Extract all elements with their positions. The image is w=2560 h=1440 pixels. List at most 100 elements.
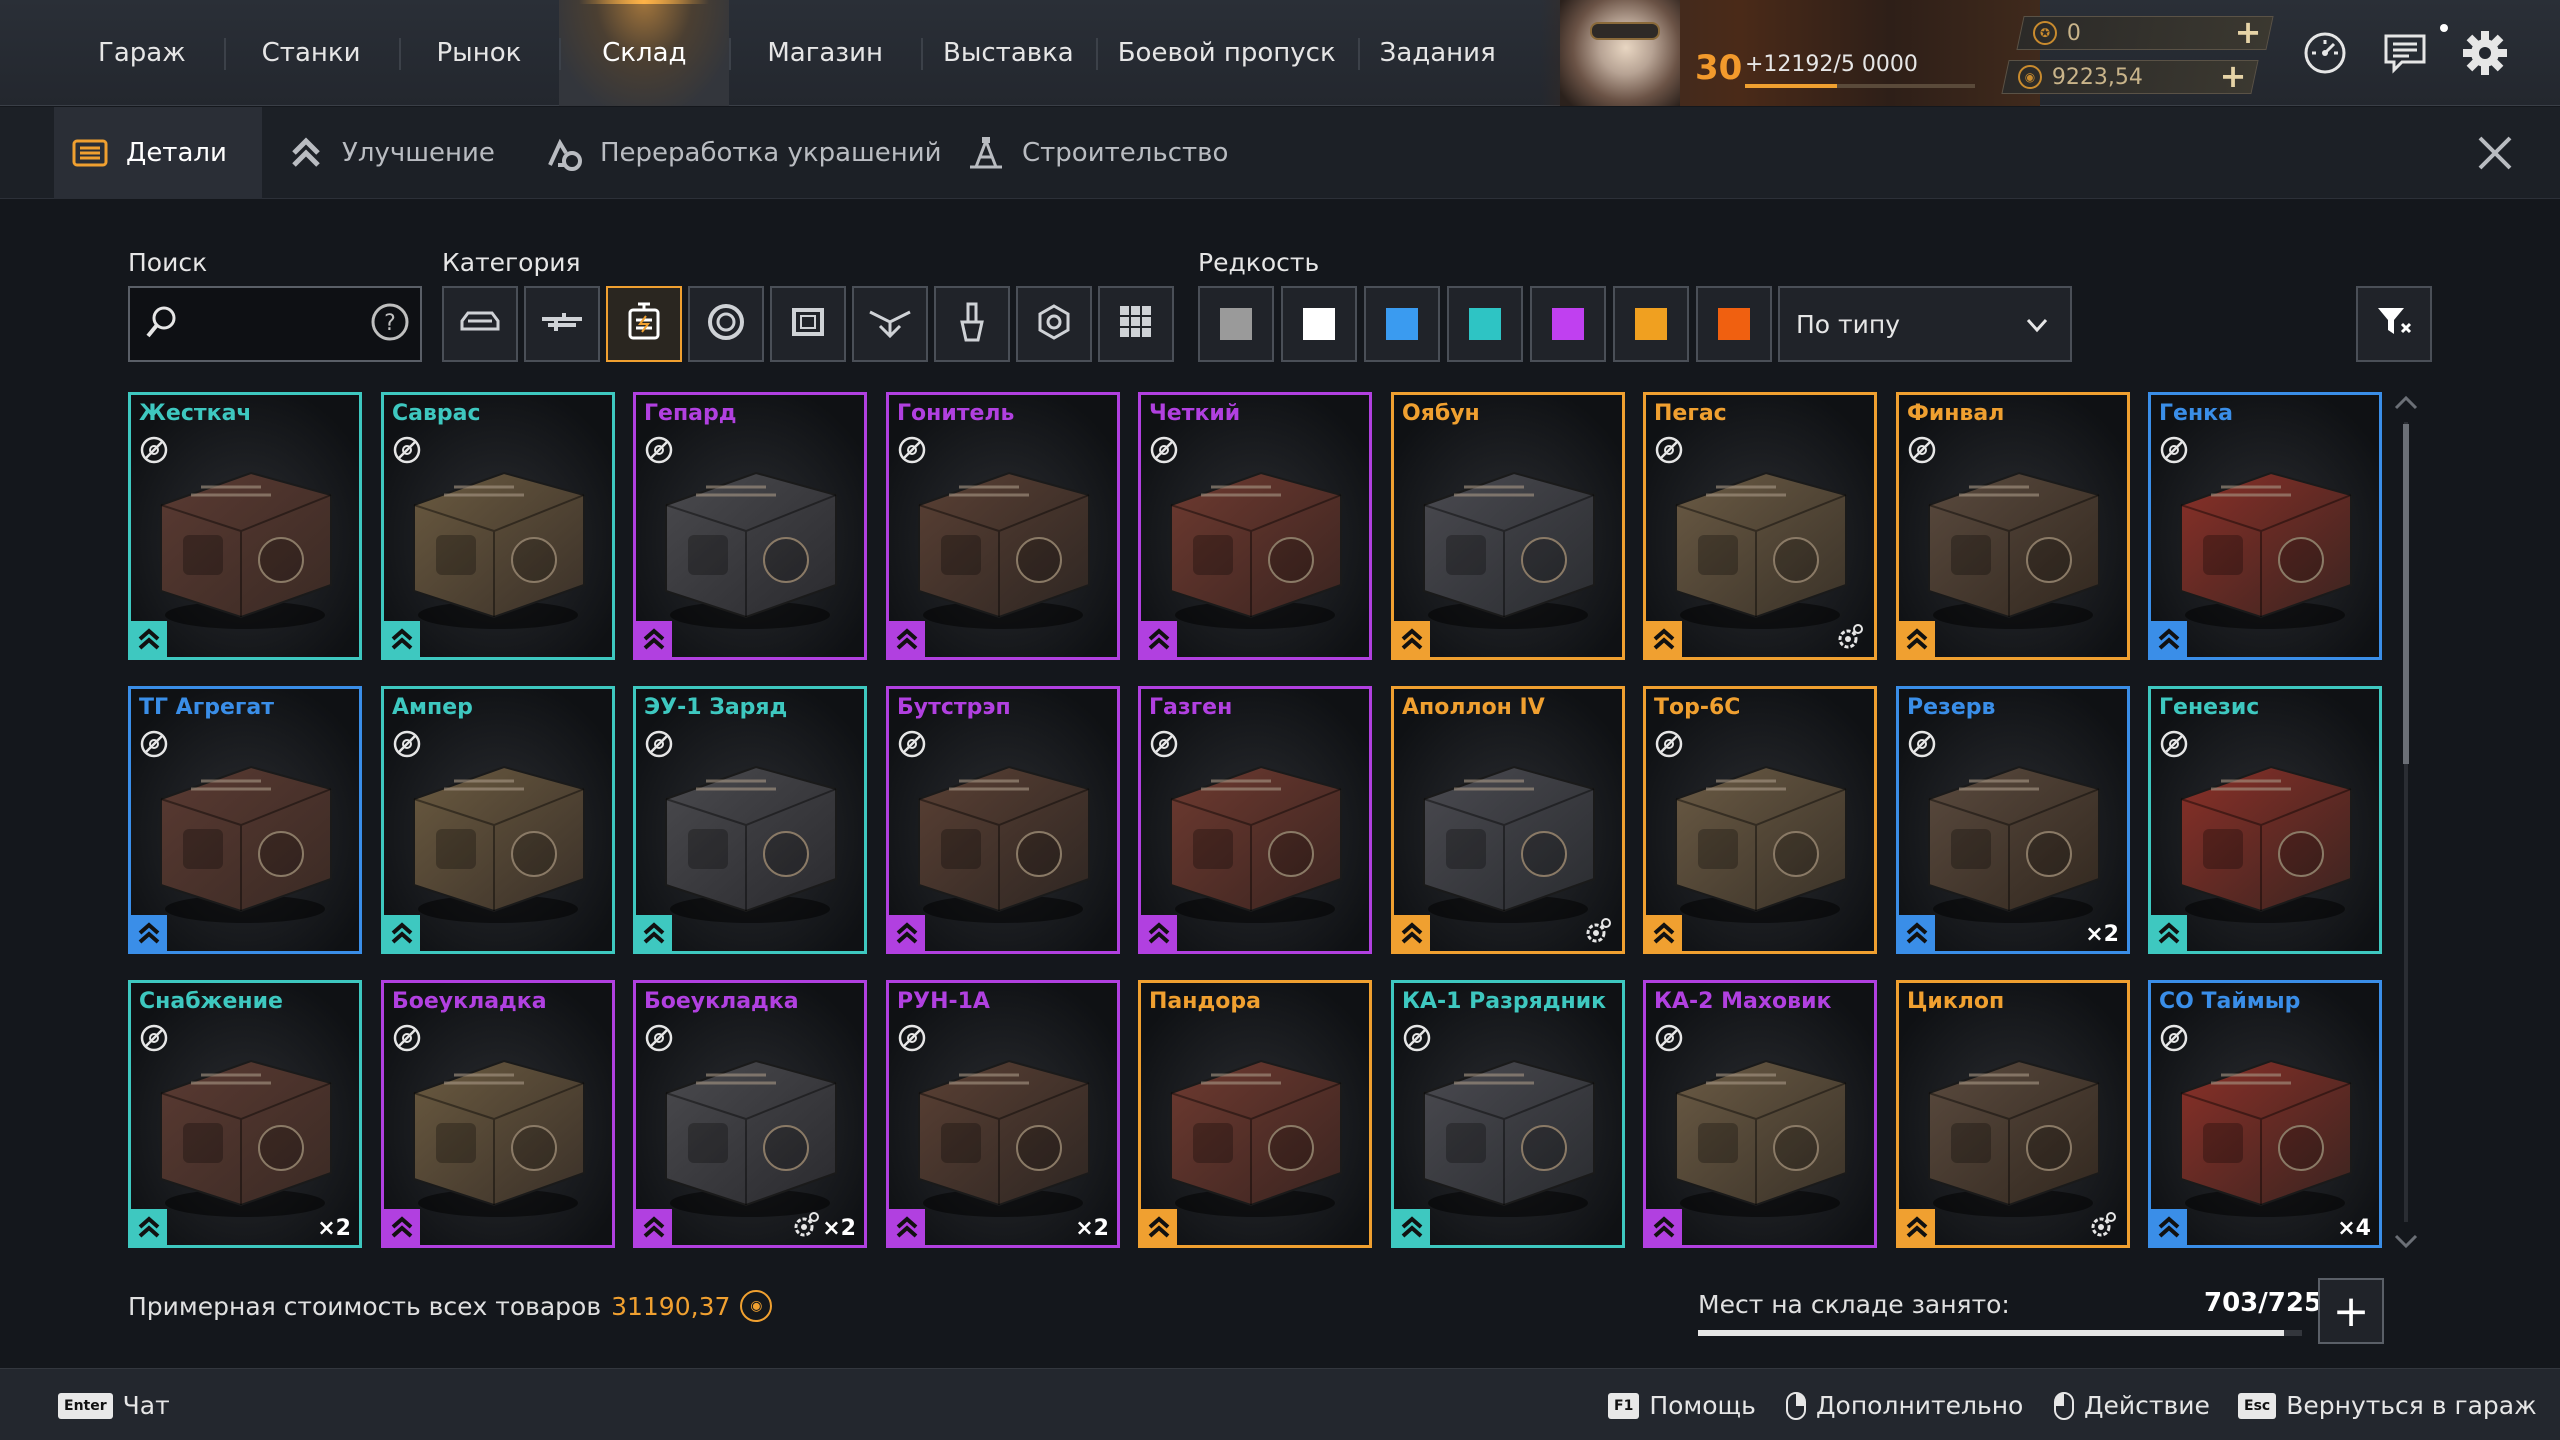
rarity-filter-button[interactable] — [1447, 286, 1523, 362]
storage-used-label: Мест на складе занято: — [1698, 1290, 2010, 1319]
rarity-filter-button[interactable] — [1696, 286, 1772, 362]
item-card[interactable]: ТГ Агрегат — [128, 686, 362, 954]
settings-gear-icon[interactable] — [2460, 28, 2510, 78]
scroll-up-icon[interactable] — [2394, 392, 2418, 412]
item-card[interactable]: Резерв ×2 — [1896, 686, 2130, 954]
item-quantity: ×4 — [2337, 1216, 2371, 1241]
rarity-filter-button[interactable] — [1198, 286, 1274, 362]
nav-garage[interactable]: Гараж — [60, 0, 224, 106]
f1-key-icon: F1 — [1608, 1392, 1640, 1419]
close-icon[interactable] — [2470, 128, 2520, 178]
not-sellable-icon — [1402, 1023, 1432, 1053]
hotkey-chat[interactable]: Enter Чат — [58, 1391, 170, 1420]
nav-shop[interactable]: Магазин — [729, 0, 921, 106]
upgrade-chevrons-icon — [384, 1209, 420, 1245]
item-quantity: ×2 — [1075, 1216, 1109, 1241]
reset-filters-button[interactable] — [2356, 286, 2432, 362]
item-card[interactable]: Четкий — [1138, 392, 1372, 660]
search-field[interactable]: ? — [128, 286, 422, 362]
upgrade-chevrons-icon — [1141, 621, 1177, 657]
nav-workbenches-label: Станки — [261, 38, 361, 68]
hotkey-help[interactable]: F1 Помощь — [1608, 1391, 1756, 1420]
speedometer-icon[interactable] — [2300, 28, 2350, 78]
tab-recycle-decor[interactable]: Переработка украшений — [544, 107, 942, 199]
category-cabin-button[interactable] — [442, 286, 518, 362]
upgrade-chevrons-icon — [2151, 1209, 2187, 1245]
expand-storage-button[interactable]: + — [2318, 1278, 2384, 1344]
rarity-filter-button[interactable] — [1364, 286, 1440, 362]
item-card[interactable]: Газген — [1138, 686, 1372, 954]
category-engine-button[interactable] — [606, 286, 682, 362]
nav-battle-pass[interactable]: Боевой пропуск — [1095, 0, 1358, 106]
hotkey-back[interactable]: Esc Вернуться в гараж — [2238, 1391, 2537, 1420]
not-sellable-icon — [897, 729, 927, 759]
upgrade-chevrons-icon — [131, 621, 167, 657]
category-decor-button[interactable] — [852, 286, 928, 362]
item-card[interactable]: Жесткач — [128, 392, 362, 660]
item-card[interactable]: Саврас — [381, 392, 615, 660]
scroll-down-icon[interactable] — [2394, 1232, 2418, 1252]
item-card[interactable]: КА-1 Разрядник — [1391, 980, 1625, 1248]
item-card[interactable]: СО Таймыр ×4 — [2148, 980, 2382, 1248]
nav-market[interactable]: Рынок — [398, 0, 560, 106]
item-card[interactable]: Боеукладка ×2 — [633, 980, 867, 1248]
item-card[interactable]: Пегас — [1643, 392, 1877, 660]
item-card[interactable]: Гепард — [633, 392, 867, 660]
search-input[interactable] — [188, 310, 358, 338]
nav-exhibition[interactable]: Выставка — [921, 0, 1096, 106]
rarity-filter-button[interactable] — [1281, 286, 1357, 362]
esc-key-icon: Esc — [2238, 1392, 2277, 1419]
item-card[interactable]: Финвал — [1896, 392, 2130, 660]
sort-dropdown[interactable]: По типу — [1778, 286, 2072, 362]
not-sellable-icon — [1654, 1023, 1684, 1053]
category-module-button[interactable] — [1016, 286, 1092, 362]
item-card[interactable]: Генка — [2148, 392, 2382, 660]
item-card[interactable]: Генезис — [2148, 686, 2382, 954]
grid-scrollbar[interactable] — [2394, 392, 2418, 1252]
scrollbar-thumb[interactable] — [2403, 424, 2409, 764]
storage-subtabs: Детали Улучшение Переработка украшений С… — [0, 107, 2560, 199]
help-icon[interactable]: ? — [370, 302, 410, 346]
item-card[interactable]: Гонитель — [886, 392, 1120, 660]
item-card[interactable]: ЭУ-1 Заряд — [633, 686, 867, 954]
item-card[interactable]: Оябун — [1391, 392, 1625, 660]
item-name: Газген — [1149, 695, 1233, 720]
player-profile[interactable]: 30 +12192/5 0000 — [1540, 0, 2040, 106]
item-card[interactable]: Бутстрэп — [886, 686, 1120, 954]
chat-icon[interactable] — [2380, 28, 2430, 78]
tab-construction[interactable]: Строительство — [966, 107, 1228, 199]
tab-details[interactable]: Детали — [54, 107, 262, 199]
hotkey-chat-label: Чат — [122, 1391, 170, 1420]
item-name: Пандора — [1149, 989, 1261, 1014]
not-sellable-icon — [1907, 435, 1937, 465]
rarity-filter-button[interactable] — [1613, 286, 1689, 362]
category-weapon-button[interactable] — [524, 286, 600, 362]
hotkey-more[interactable]: Дополнительно — [1786, 1391, 2023, 1420]
category-all-button[interactable] — [1098, 286, 1174, 362]
tab-upgrade[interactable]: Улучшение — [286, 107, 495, 199]
item-card[interactable]: Циклоп — [1896, 980, 2130, 1248]
rarity-filter-button[interactable] — [1530, 286, 1606, 362]
item-name: ТГ Агрегат — [139, 695, 274, 720]
upgrade-chevrons-icon — [1394, 621, 1430, 657]
item-card[interactable]: Ампер — [381, 686, 615, 954]
item-card[interactable]: Аполлон IV — [1391, 686, 1625, 954]
category-wheel-button[interactable] — [688, 286, 764, 362]
nav-tasks[interactable]: Задания — [1357, 0, 1518, 106]
nav-workbenches[interactable]: Станки — [223, 0, 399, 106]
category-frame-button[interactable] — [770, 286, 846, 362]
avatar — [1560, 0, 1680, 106]
item-card[interactable]: РУН-1А ×2 — [886, 980, 1120, 1248]
add-badge-coins-button[interactable]: + — [2233, 13, 2263, 51]
item-card[interactable]: Боеукладка — [381, 980, 615, 1248]
category-paint-button[interactable] — [934, 286, 1010, 362]
item-card[interactable]: Тор-6С — [1643, 686, 1877, 954]
hotkey-help-label: Помощь — [1649, 1391, 1756, 1420]
notification-dot — [2440, 24, 2448, 32]
nav-storage[interactable]: Склад — [559, 0, 729, 106]
hotkey-action[interactable]: Действие — [2054, 1391, 2210, 1420]
add-coins-button[interactable]: + — [2218, 57, 2248, 95]
item-card[interactable]: Пандора — [1138, 980, 1372, 1248]
item-card[interactable]: КА-2 Маховик — [1643, 980, 1877, 1248]
item-card[interactable]: Снабжение ×2 — [128, 980, 362, 1248]
